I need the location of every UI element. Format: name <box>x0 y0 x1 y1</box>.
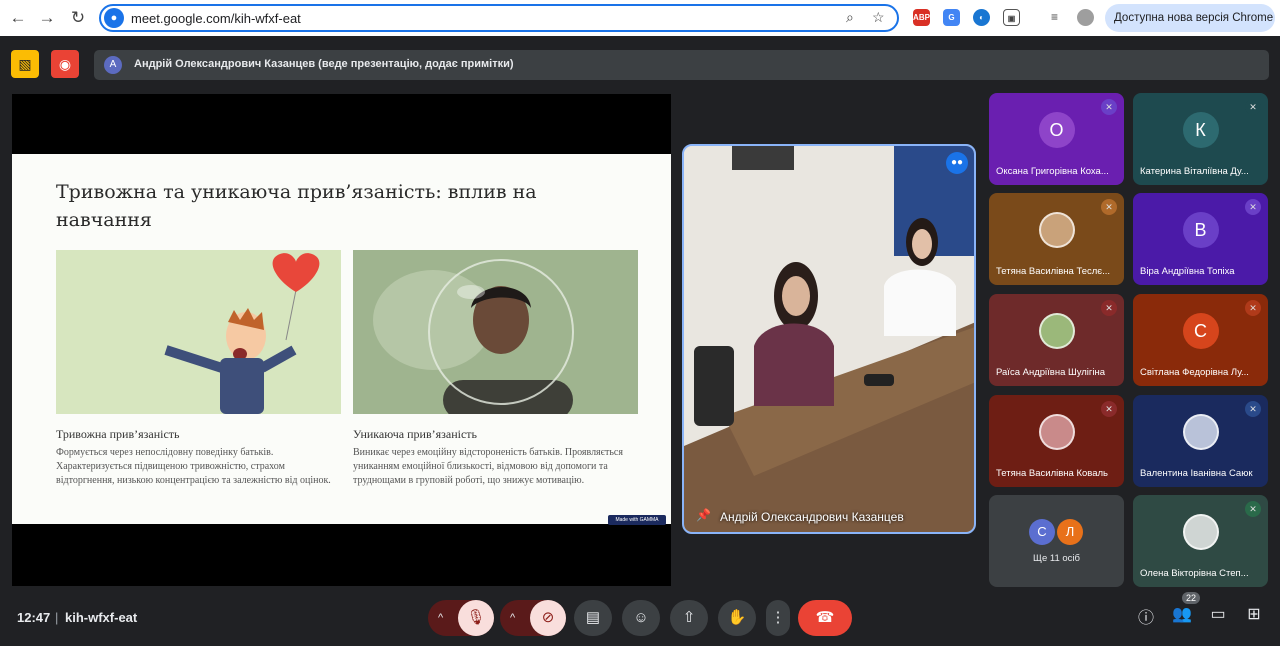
camera-options-chevron-icon[interactable]: ^ <box>510 600 515 636</box>
profile-avatar[interactable] <box>1077 9 1094 26</box>
adblock-extension-icon[interactable]: ABP <box>913 9 930 26</box>
meeting-code: kih-wfxf-eat <box>65 610 138 625</box>
right-text: Виникає через емоційну відстороненість б… <box>353 447 623 486</box>
participant-tile[interactable]: ✕ Тетяна Василівна Теслє... <box>989 193 1124 285</box>
divider: | <box>55 610 59 625</box>
presentation-stage: Тривожна та уникаюча прив’язаність: впли… <box>12 94 671 586</box>
pin-icon[interactable]: 📌 <box>696 508 711 522</box>
participant-tile[interactable]: В ✕ Віра Андріївна Топіха <box>1133 193 1268 285</box>
more-label: Ще 11 осіб <box>1033 553 1080 564</box>
back-icon[interactable]: ← <box>6 6 30 30</box>
people-count-badge: 22 <box>1182 592 1201 604</box>
mic-muted-icon: ✕ <box>1245 300 1261 316</box>
clock: 12:47 <box>17 610 51 625</box>
mic-options-chevron-icon[interactable]: ^ <box>438 600 443 636</box>
mic-muted-icon: ✕ <box>1101 99 1117 115</box>
participant-avatar <box>1182 413 1219 450</box>
more-avatar-2: Л <box>1057 519 1083 545</box>
mic-muted-icon: ✕ <box>1245 501 1261 517</box>
more-participants-tile[interactable]: С Л Ще 11 осіб <box>989 495 1124 587</box>
mic-off-icon[interactable]: 🎙 <box>458 600 494 636</box>
raise-hand-icon[interactable]: ✋ <box>718 600 756 636</box>
camera-group: ^ ⊘ <box>500 600 566 636</box>
forward-icon[interactable]: → <box>35 6 59 30</box>
chrome-update-button[interactable]: Доступна нова версія Chrome <box>1105 4 1275 32</box>
media-control-icon[interactable]: ≡ <box>1046 9 1063 26</box>
gamma-badge: Made with GAMMA <box>608 515 666 525</box>
participant-avatar: С <box>1182 312 1219 349</box>
globe-extension-icon[interactable]: ◐ <box>973 9 990 26</box>
participant-name: Катерина Віталіївна Ду... <box>1140 166 1249 177</box>
stop-presenting-icon[interactable]: ▧ <box>11 50 39 78</box>
more-options-icon[interactable]: ⋮ <box>766 600 790 636</box>
presenter-avatar: А <box>104 56 122 74</box>
speaking-indicator-icon: ●● <box>946 152 968 174</box>
reload-icon[interactable]: ↻ <box>66 6 90 30</box>
anxious-person-image <box>164 253 320 414</box>
extensions-puzzle-icon[interactable]: ▣ <box>1003 9 1020 26</box>
more-avatar-1: С <box>1029 519 1055 545</box>
participant-name: Олена Вікторівна Степ... <box>1140 568 1249 579</box>
participant-name: Світлана Федорівна Лу... <box>1140 367 1249 378</box>
participant-avatar <box>1038 211 1075 248</box>
mic-muted-icon: ✕ <box>1101 199 1117 215</box>
mic-muted-icon: ✕ <box>1245 99 1261 115</box>
slide-title: Тривожна та уникаюча прив’язаність: впли… <box>56 181 537 231</box>
mic-muted-icon: ✕ <box>1245 401 1261 417</box>
participant-name: Тетяна Василівна Теслє... <box>996 266 1111 277</box>
mic-muted-icon: ✕ <box>1245 199 1261 215</box>
mic-muted-icon: ✕ <box>1101 300 1117 316</box>
zoom-icon[interactable]: ⌕ <box>846 9 854 26</box>
participant-tile[interactable]: С ✕ Світлана Федорівна Лу... <box>1133 294 1268 386</box>
leave-call-icon[interactable]: ☎ <box>798 600 852 636</box>
participant-name: Раїса Андріївна Шулігіна <box>996 367 1105 378</box>
people-icon[interactable]: 👥 <box>1170 604 1194 624</box>
presenter-banner: А Андрій Олександрович Казанцев (веде пр… <box>94 50 1269 80</box>
left-text: Формується через непослідовну поведінку … <box>56 447 331 486</box>
address-bar[interactable]: ● meet.google.com/kih-wfxf-eat ⌕ ☆ <box>99 4 899 32</box>
presenter-text: Андрій Олександрович Казанцев (веде през… <box>134 58 514 70</box>
participant-tile[interactable]: ✕ Валентина Іванівна Саюк <box>1133 395 1268 487</box>
left-heading: Тривожна прив’язаність <box>56 427 180 441</box>
participant-name: Валентина Іванівна Саюк <box>1140 468 1253 479</box>
participant-tile[interactable]: ✕ Тетяна Василівна Коваль <box>989 395 1124 487</box>
right-heading: Уникаюча прив’язаність <box>353 427 478 441</box>
url-text: meet.google.com/kih-wfxf-eat <box>131 11 301 26</box>
site-info-icon[interactable]: ● <box>104 8 124 28</box>
participant-name: Оксана Григорівна Коха... <box>996 166 1109 177</box>
participant-tile[interactable]: О ✕ Оксана Григорівна Коха... <box>989 93 1124 185</box>
emoji-icon[interactable]: ☺ <box>622 600 660 636</box>
meeting-info-icon[interactable]: ⓘ <box>1134 604 1158 628</box>
mic-group: ^ 🎙 <box>428 600 494 636</box>
presenter-name: Андрій Олександрович Казанцев <box>720 510 904 524</box>
translate-extension-icon[interactable]: G <box>943 9 960 26</box>
participant-tile[interactable]: ✕ Олена Вікторівна Степ... <box>1133 495 1268 587</box>
participant-avatar: К <box>1182 111 1219 148</box>
present-screen-icon[interactable]: ⇧ <box>670 600 708 636</box>
anxious-illustration <box>56 250 341 414</box>
activities-icon[interactable]: ⊞ <box>1242 604 1266 624</box>
bookmark-star-icon[interactable]: ☆ <box>872 9 885 26</box>
presenter-video-tile[interactable]: ●● 📌 Андрій Олександрович Казанцев <box>682 144 976 534</box>
recording-icon[interactable]: ◉ <box>51 50 79 78</box>
participant-tile[interactable]: К ✕ Катерина Віталіївна Ду... <box>1133 93 1268 185</box>
meeting-controls-bar: 12:47 | kih-wfxf-eat ^ 🎙 ^ ⊘ ▤ ☺ ⇧ ✋ ⋮ ☎… <box>0 590 1280 646</box>
browser-toolbar: ← → ↻ ● meet.google.com/kih-wfxf-eat ⌕ ☆… <box>0 0 1280 36</box>
bubble-person-image <box>373 259 574 414</box>
participant-avatar <box>1182 513 1219 550</box>
participant-avatar <box>1038 312 1075 349</box>
participant-name: Віра Андріївна Топіха <box>1140 266 1235 277</box>
camera-off-icon[interactable]: ⊘ <box>530 600 566 636</box>
chat-icon[interactable]: ▭ <box>1206 604 1230 624</box>
participant-avatar: О <box>1038 111 1075 148</box>
participant-avatar: В <box>1182 211 1219 248</box>
participant-tile[interactable]: ✕ Раїса Андріївна Шулігіна <box>989 294 1124 386</box>
mic-muted-icon: ✕ <box>1101 401 1117 417</box>
captions-icon[interactable]: ▤ <box>574 600 612 636</box>
slide: Тривожна та уникаюча прив’язаність: впли… <box>12 154 671 525</box>
avoidant-photo <box>353 250 638 414</box>
room-scene-image <box>684 146 974 532</box>
participant-name: Тетяна Василівна Коваль <box>996 468 1108 479</box>
participant-avatar <box>1038 413 1075 450</box>
